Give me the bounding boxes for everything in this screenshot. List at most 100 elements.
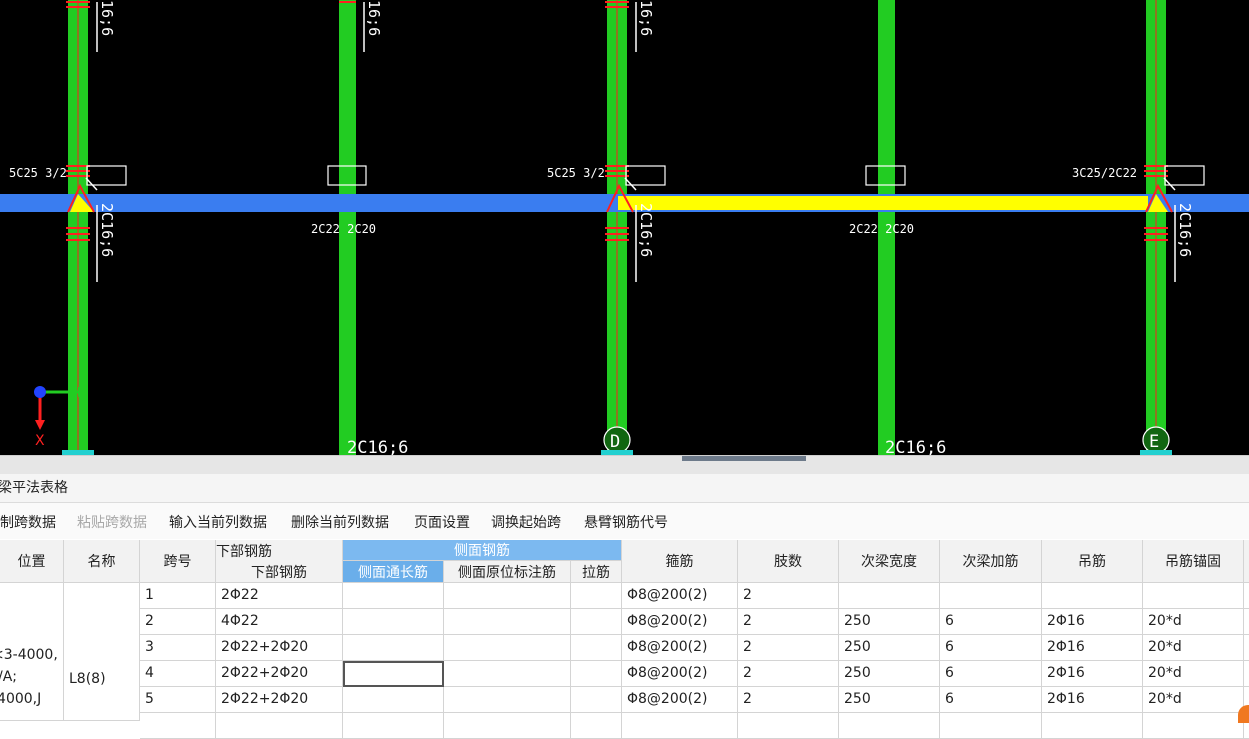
cell-stirrup-row-1[interactable]: Φ8@200(2) bbox=[622, 583, 738, 609]
cell-sec-add-row-1[interactable] bbox=[940, 583, 1042, 609]
location-line-2: /A; bbox=[0, 669, 18, 685]
cell-bottom-row-6[interactable] bbox=[216, 713, 343, 739]
cell-sec-width-row-3[interactable]: 250 bbox=[839, 635, 940, 661]
cell-side-orig-row-4[interactable] bbox=[444, 661, 571, 687]
header-tie-bar[interactable]: 拉筋 bbox=[571, 561, 622, 583]
cell-legs-row-1[interactable]: 2 bbox=[738, 583, 839, 609]
cell-anchor-row-1[interactable] bbox=[1143, 583, 1244, 609]
splitter-handle[interactable] bbox=[682, 456, 806, 461]
cell-sec-width-row-1[interactable] bbox=[839, 583, 940, 609]
header-bottom-rebar-group[interactable]: 下部钢筋 bbox=[216, 540, 343, 561]
cell-stirrup-row-3[interactable]: Φ8@200(2) bbox=[622, 635, 738, 661]
cell-hanger-row-2[interactable]: 2Φ16 bbox=[1042, 609, 1143, 635]
cell-sec-add-row-6[interactable] bbox=[940, 713, 1042, 739]
cell-hanger-row-3[interactable]: 2Φ16 bbox=[1042, 635, 1143, 661]
header-bottom-rebar[interactable]: 下部钢筋 bbox=[216, 561, 343, 583]
cell-tie-row-2[interactable] bbox=[571, 609, 622, 635]
header-legs[interactable]: 肢数 bbox=[738, 540, 839, 583]
cell-tie-row-5[interactable] bbox=[571, 687, 622, 713]
cad-drawing[interactable]: 16;6 16;6 16;6 5C25 3/2 5C25 3/2 3C25/2C… bbox=[0, 0, 1249, 455]
cell-side-long-row-4[interactable] bbox=[343, 661, 444, 687]
swap-start-span-button[interactable]: 调换起始跨 bbox=[491, 512, 561, 532]
cad-drawing-canvas[interactable]: 16;6 16;6 16;6 5C25 3/2 5C25 3/2 3C25/2C… bbox=[0, 0, 1249, 455]
header-span[interactable]: 跨号 bbox=[140, 540, 216, 583]
cell-side-orig-row-3[interactable] bbox=[444, 635, 571, 661]
cell-bottom-row-4[interactable]: 2Φ22+2Φ20 bbox=[216, 661, 343, 687]
input-current-column-button[interactable]: 输入当前列数据 bbox=[169, 512, 267, 532]
delete-current-column-button[interactable]: 删除当前列数据 bbox=[291, 512, 389, 532]
cell-hanger-row-4[interactable]: 2Φ16 bbox=[1042, 661, 1143, 687]
cell-bottom-row-1[interactable]: 2Φ22 bbox=[216, 583, 343, 609]
cell-side-long-row-2[interactable] bbox=[343, 609, 444, 635]
cell-tie-row-6[interactable] bbox=[571, 713, 622, 739]
cell-anchor-row-5[interactable]: 20*d bbox=[1143, 687, 1244, 713]
header-hanger-rebar[interactable]: 吊筋 bbox=[1042, 540, 1143, 583]
cell-sec-width-row-2[interactable]: 250 bbox=[839, 609, 940, 635]
cell-side-long-row-1[interactable] bbox=[343, 583, 444, 609]
cell-side-long-row-3[interactable] bbox=[343, 635, 444, 661]
header-side-long-rebar[interactable]: 侧面通长筋 bbox=[343, 561, 444, 583]
header-secondary-beam-added-rebar[interactable]: 次梁加筋 bbox=[940, 540, 1042, 583]
cell-side-orig-row-6[interactable] bbox=[444, 713, 571, 739]
header-location[interactable]: 位置 bbox=[0, 540, 64, 583]
cell-legs-row-3[interactable]: 2 bbox=[738, 635, 839, 661]
annotation-box-3[interactable] bbox=[625, 165, 666, 186]
cell-span-row-4[interactable]: 4 bbox=[140, 661, 216, 687]
cell-legs-row-2[interactable]: 2 bbox=[738, 609, 839, 635]
cell-hanger-row-5[interactable]: 2Φ16 bbox=[1042, 687, 1143, 713]
cell-stirrup-row-5[interactable]: Φ8@200(2) bbox=[622, 687, 738, 713]
annotation-box-5[interactable] bbox=[1164, 165, 1205, 186]
cell-bottom-row-2[interactable]: 4Φ22 bbox=[216, 609, 343, 635]
cell-span-row-2[interactable]: 2 bbox=[140, 609, 216, 635]
cell-location[interactable]: <3-4000, /A; -4000,J bbox=[0, 583, 64, 721]
cell-beam-name[interactable]: L8(8) bbox=[64, 583, 140, 721]
cell-sec-width-row-5[interactable]: 250 bbox=[839, 687, 940, 713]
cell-anchor-row-2[interactable]: 20*d bbox=[1143, 609, 1244, 635]
cell-sec-add-row-3[interactable]: 6 bbox=[940, 635, 1042, 661]
cell-stirrup-row-6[interactable] bbox=[622, 713, 738, 739]
cell-span-row-6[interactable] bbox=[140, 713, 216, 739]
copy-span-data-button[interactable]: 复制跨数据 bbox=[0, 512, 56, 532]
header-name[interactable]: 名称 bbox=[64, 540, 140, 583]
cell-span-row-3[interactable]: 3 bbox=[140, 635, 216, 661]
annotation-box-1[interactable] bbox=[86, 165, 127, 186]
header-secondary-beam-width[interactable]: 次梁宽度 bbox=[839, 540, 940, 583]
cell-anchor-row-6[interactable] bbox=[1143, 713, 1244, 739]
cell-hanger-row-1[interactable] bbox=[1042, 583, 1143, 609]
cell-tie-row-4[interactable] bbox=[571, 661, 622, 687]
cell-sec-add-row-4[interactable]: 6 bbox=[940, 661, 1042, 687]
cell-sec-add-row-5[interactable]: 6 bbox=[940, 687, 1042, 713]
paste-span-data-button[interactable]: 粘贴跨数据 bbox=[77, 512, 147, 532]
cell-legs-row-6[interactable] bbox=[738, 713, 839, 739]
cell-side-long-row-6[interactable] bbox=[343, 713, 444, 739]
cell-side-long-row-5[interactable] bbox=[343, 687, 444, 713]
cell-stirrup-row-4[interactable]: Φ8@200(2) bbox=[622, 661, 738, 687]
cell-bottom-row-3[interactable]: 2Φ22+2Φ20 bbox=[216, 635, 343, 661]
beam-selected-span[interactable] bbox=[618, 196, 1148, 210]
view-splitter[interactable] bbox=[0, 455, 1249, 475]
page-setup-button[interactable]: 页面设置 bbox=[414, 512, 470, 532]
cell-sec-width-row-4[interactable]: 250 bbox=[839, 661, 940, 687]
cell-span-row-1[interactable]: 1 bbox=[140, 583, 216, 609]
cell-sec-add-row-2[interactable]: 6 bbox=[940, 609, 1042, 635]
cell-stirrup-row-2[interactable]: Φ8@200(2) bbox=[622, 609, 738, 635]
cell-tie-row-3[interactable] bbox=[571, 635, 622, 661]
cell-side-orig-row-5[interactable] bbox=[444, 687, 571, 713]
cell-anchor-row-4[interactable]: 20*d bbox=[1143, 661, 1244, 687]
header-hanger-anchor[interactable]: 吊筋锚固 bbox=[1143, 540, 1244, 583]
cell-legs-row-5[interactable]: 2 bbox=[738, 687, 839, 713]
cell-hanger-row-6[interactable] bbox=[1042, 713, 1143, 739]
cell-anchor-row-3[interactable]: 20*d bbox=[1143, 635, 1244, 661]
cantilever-rebar-code-button[interactable]: 悬臂钢筋代号 bbox=[584, 512, 668, 532]
cell-span-row-5[interactable]: 5 bbox=[140, 687, 216, 713]
cell-bottom-row-5[interactable]: 2Φ22+2Φ20 bbox=[216, 687, 343, 713]
header-side-rebar-group[interactable]: 侧面钢筋 bbox=[343, 540, 622, 561]
header-stirrup[interactable]: 箍筋 bbox=[622, 540, 738, 583]
cell-side-orig-row-1[interactable] bbox=[444, 583, 571, 609]
cell-side-orig-row-2[interactable] bbox=[444, 609, 571, 635]
cell-tie-row-1[interactable] bbox=[571, 583, 622, 609]
cell-sec-width-row-6[interactable] bbox=[839, 713, 940, 739]
cell-legs-row-4[interactable]: 2 bbox=[738, 661, 839, 687]
header-side-original-rebar[interactable]: 侧面原位标注筋 bbox=[444, 561, 571, 583]
corner-widget-icon[interactable] bbox=[1238, 705, 1249, 723]
